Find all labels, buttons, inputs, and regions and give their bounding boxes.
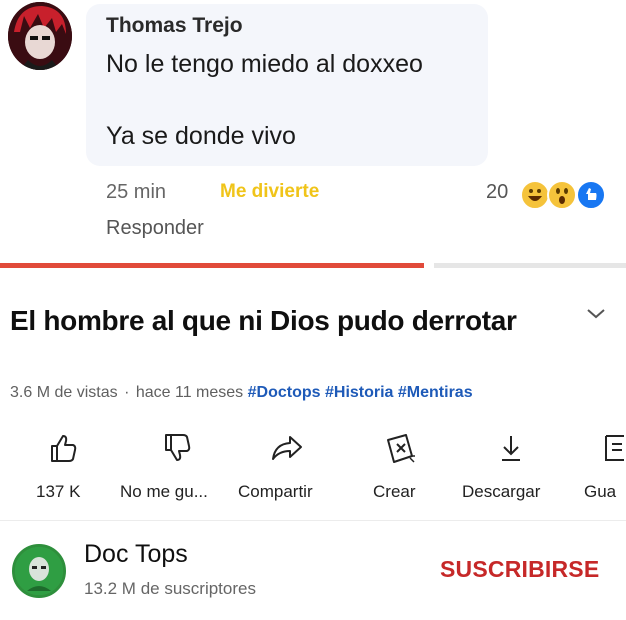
meta-separator: ·: [124, 384, 130, 401]
share-button[interactable]: [270, 432, 304, 464]
haha-emoji-icon: [520, 180, 550, 210]
reply-button[interactable]: Responder: [106, 217, 204, 240]
view-count: 3.6 M de vistas: [10, 384, 118, 401]
hashtag-doctops[interactable]: #Doctops: [248, 384, 321, 401]
comment-timestamp: 25 min: [106, 181, 167, 203]
download-label[interactable]: Descargar: [462, 482, 540, 502]
channel-name[interactable]: Doc Tops: [84, 540, 188, 569]
video-progress-fill: [0, 263, 426, 268]
save-icon: [605, 435, 624, 461]
thumbs-up-icon: [51, 435, 77, 462]
download-button[interactable]: [498, 432, 524, 464]
create-label[interactable]: Crear: [373, 482, 416, 502]
thumbs-down-icon: [165, 434, 191, 461]
video-meta: 3.6 M de vistas · hace 11 meses #Doctops…: [10, 384, 473, 402]
create-button[interactable]: [384, 432, 416, 466]
channel-avatar[interactable]: [12, 544, 66, 598]
save-label[interactable]: Gua: [584, 482, 616, 502]
dislike-button[interactable]: [162, 432, 192, 464]
comment-author[interactable]: Thomas Trejo: [106, 14, 243, 38]
reaction-count[interactable]: 20: [486, 181, 508, 204]
hashtag-mentiras[interactable]: #Mentiras: [398, 384, 473, 401]
react-button[interactable]: Me divierte: [220, 181, 319, 203]
download-icon: [502, 436, 520, 461]
subscriber-count: 13.2 M de suscriptores: [84, 579, 256, 598]
comment: Thomas Trejo No le tengo miedo al doxxeo…: [0, 0, 626, 262]
share-label[interactable]: Compartir: [238, 482, 313, 502]
dislike-label[interactable]: No me gu...: [120, 482, 208, 502]
section-divider: [0, 520, 626, 521]
like-reaction-icon: [576, 180, 606, 210]
hashtag-historia[interactable]: #Historia: [325, 384, 393, 401]
like-count[interactable]: 137 K: [36, 482, 80, 502]
wow-emoji-icon: [547, 180, 577, 210]
comment-text-line-2: Ya se donde vivo: [106, 122, 296, 150]
like-button[interactable]: [48, 432, 78, 464]
subscribe-button[interactable]: SUSCRIBIRSE: [440, 556, 599, 583]
commenter-avatar[interactable]: [8, 2, 72, 70]
share-icon: [272, 436, 302, 460]
comment-text-line-1: No le tengo miedo al doxxeo: [106, 50, 423, 78]
upload-age: hace 11 meses: [135, 384, 244, 401]
chevron-down-icon[interactable]: [584, 304, 608, 324]
create-icon: [387, 434, 415, 463]
progress-marker-gap: [424, 263, 434, 268]
save-button[interactable]: [602, 432, 626, 466]
video-title[interactable]: El hombre al que ni Dios pudo derrotar: [10, 305, 517, 337]
